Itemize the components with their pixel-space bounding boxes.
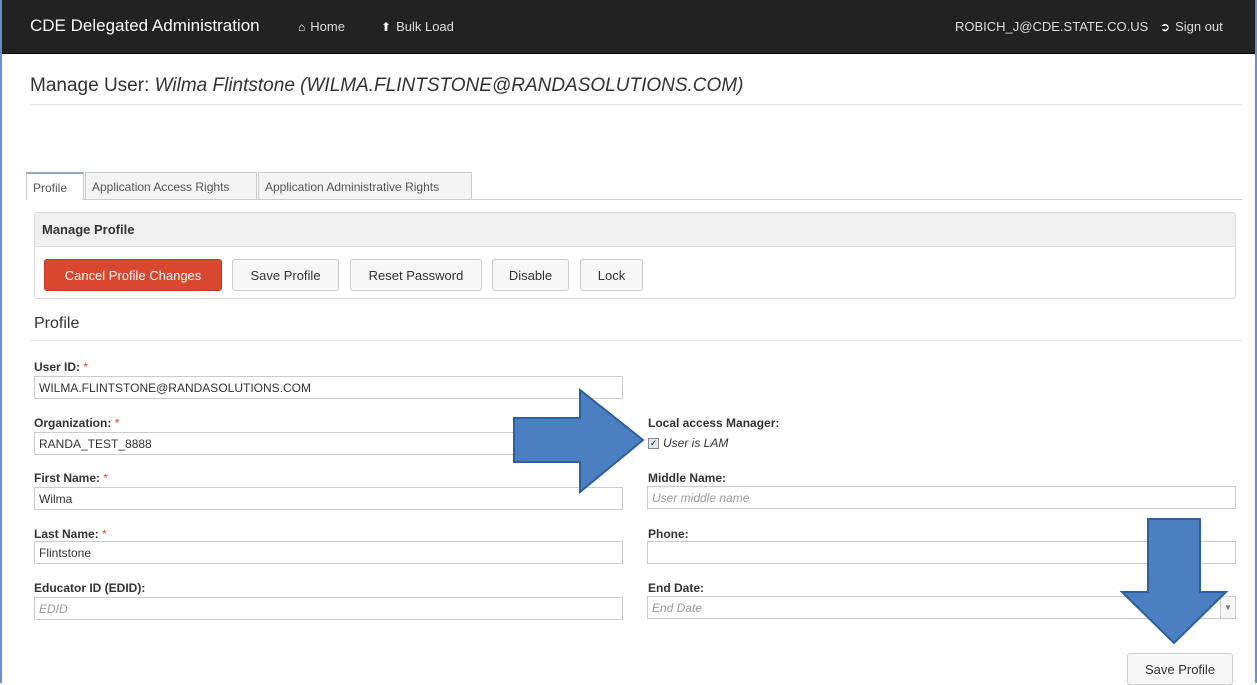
annotation-arrow-down-icon [1119,518,1229,645]
annotation-arrow-right-icon [513,387,645,495]
annotation-arrows [513,387,1229,645]
